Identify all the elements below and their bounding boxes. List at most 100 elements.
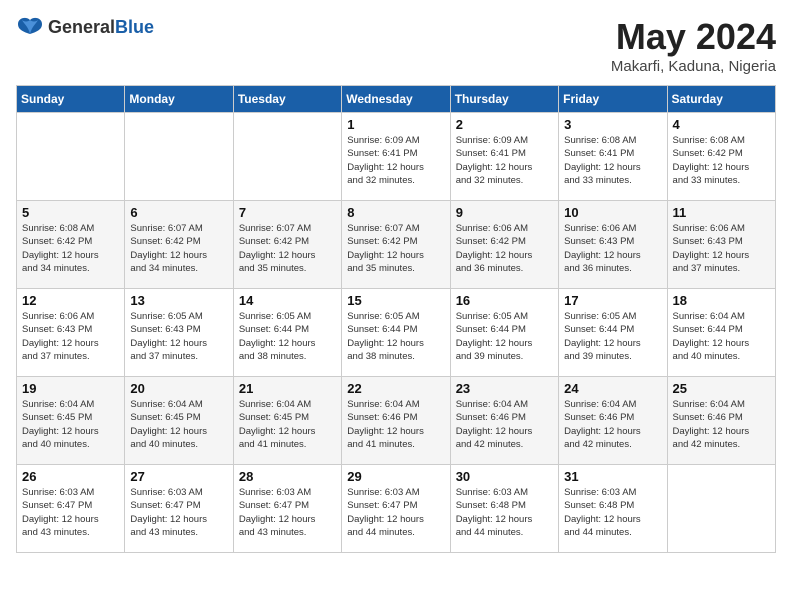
day-info: Sunrise: 6:06 AM Sunset: 6:43 PM Dayligh… — [22, 310, 119, 363]
day-number: 20 — [130, 381, 227, 396]
calendar-week-1: 1 Sunrise: 6:09 AM Sunset: 6:41 PM Daylig… — [17, 113, 776, 201]
logo-general: General — [48, 17, 115, 37]
calendar-cell: 6Sunrise: 6:07 AM Sunset: 6:42 PM Daylig… — [125, 201, 233, 289]
calendar-body: 1 Sunrise: 6:09 AM Sunset: 6:41 PM Daylig… — [17, 113, 776, 553]
header: GeneralBlue May 2024 Makarfi, Kaduna, Ni… — [16, 16, 776, 75]
day-info: Sunrise: 6:06 AM Sunset: 6:42 PM Dayligh… — [456, 222, 553, 275]
day-number: 24 — [564, 381, 661, 396]
day-header-wednesday: Wednesday — [342, 86, 450, 113]
day-number: 4 — [673, 117, 770, 132]
day-info: Sunrise: 6:08 AM Sunset: 6:41 PM Dayligh… — [564, 134, 661, 187]
calendar-week-2: 5Sunrise: 6:08 AM Sunset: 6:42 PM Daylig… — [17, 201, 776, 289]
day-header-friday: Friday — [559, 86, 667, 113]
calendar-cell — [17, 113, 125, 201]
day-number: 14 — [239, 293, 336, 308]
calendar-cell: 19 Sunrise: 6:04 AM Sunset: 6:45 PM Dayli… — [17, 377, 125, 465]
day-info: Sunrise: 6:04 AM Sunset: 6:44 PM Dayligh… — [673, 310, 770, 363]
calendar-cell: 25 Sunrise: 6:04 AM Sunset: 6:46 PM Dayli… — [667, 377, 775, 465]
calendar-cell: 7 Sunrise: 6:07 AM Sunset: 6:42 PM Daylig… — [233, 201, 341, 289]
day-number: 6 — [130, 205, 227, 220]
day-info: Sunrise: 6:05 AM Sunset: 6:44 PM Dayligh… — [347, 310, 444, 363]
day-number: 27 — [130, 469, 227, 484]
day-info: Sunrise: 6:04 AM Sunset: 6:45 PM Dayligh… — [130, 398, 227, 451]
day-number: 8 — [347, 205, 444, 220]
calendar-cell: 4 Sunrise: 6:08 AM Sunset: 6:42 PM Daylig… — [667, 113, 775, 201]
day-info: Sunrise: 6:09 AM Sunset: 6:41 PM Dayligh… — [347, 134, 444, 187]
calendar-cell: 12 Sunrise: 6:06 AM Sunset: 6:43 PM Dayli… — [17, 289, 125, 377]
calendar-cell: 24 Sunrise: 6:04 AM Sunset: 6:46 PM Dayli… — [559, 377, 667, 465]
calendar-cell: 29Sunrise: 6:03 AM Sunset: 6:47 PM Dayli… — [342, 465, 450, 553]
day-number: 2 — [456, 117, 553, 132]
calendar-week-3: 12 Sunrise: 6:06 AM Sunset: 6:43 PM Dayli… — [17, 289, 776, 377]
location: Makarfi, Kaduna, Nigeria — [611, 58, 776, 75]
day-number: 13 — [130, 293, 227, 308]
day-info: Sunrise: 6:07 AM Sunset: 6:42 PM Dayligh… — [347, 222, 444, 275]
day-info: Sunrise: 6:04 AM Sunset: 6:45 PM Dayligh… — [22, 398, 119, 451]
day-info: Sunrise: 6:03 AM Sunset: 6:47 PM Dayligh… — [130, 486, 227, 539]
logo-blue: Blue — [115, 17, 154, 37]
day-info: Sunrise: 6:03 AM Sunset: 6:47 PM Dayligh… — [347, 486, 444, 539]
day-info: Sunrise: 6:05 AM Sunset: 6:44 PM Dayligh… — [564, 310, 661, 363]
calendar-table: SundayMondayTuesdayWednesdayThursdayFrid… — [16, 85, 776, 553]
day-header-saturday: Saturday — [667, 86, 775, 113]
day-number: 19 — [22, 381, 119, 396]
day-info: Sunrise: 6:05 AM Sunset: 6:44 PM Dayligh… — [239, 310, 336, 363]
day-header-tuesday: Tuesday — [233, 86, 341, 113]
calendar-cell: 27 Sunrise: 6:03 AM Sunset: 6:47 PM Dayli… — [125, 465, 233, 553]
calendar-cell: 20 Sunrise: 6:04 AM Sunset: 6:45 PM Dayli… — [125, 377, 233, 465]
calendar-cell — [667, 465, 775, 553]
day-info: Sunrise: 6:05 AM Sunset: 6:44 PM Dayligh… — [456, 310, 553, 363]
day-number: 22 — [347, 381, 444, 396]
day-number: 18 — [673, 293, 770, 308]
calendar-cell: 22 Sunrise: 6:04 AM Sunset: 6:46 PM Dayli… — [342, 377, 450, 465]
day-number: 21 — [239, 381, 336, 396]
day-info: Sunrise: 6:06 AM Sunset: 6:43 PM Dayligh… — [673, 222, 770, 275]
day-info: Sunrise: 6:05 AM Sunset: 6:43 PM Dayligh… — [130, 310, 227, 363]
calendar-cell: 10 Sunrise: 6:06 AM Sunset: 6:43 PM Dayli… — [559, 201, 667, 289]
calendar-week-5: 26Sunrise: 6:03 AM Sunset: 6:47 PM Dayli… — [17, 465, 776, 553]
title-block: May 2024 Makarfi, Kaduna, Nigeria — [611, 16, 776, 75]
calendar-cell: 15 Sunrise: 6:05 AM Sunset: 6:44 PM Dayli… — [342, 289, 450, 377]
day-info: Sunrise: 6:03 AM Sunset: 6:47 PM Dayligh… — [22, 486, 119, 539]
day-info: Sunrise: 6:09 AM Sunset: 6:41 PM Dayligh… — [456, 134, 553, 187]
day-header-monday: Monday — [125, 86, 233, 113]
calendar-cell: 21Sunrise: 6:04 AM Sunset: 6:45 PM Dayli… — [233, 377, 341, 465]
calendar-cell: 9Sunrise: 6:06 AM Sunset: 6:42 PM Daylig… — [450, 201, 558, 289]
calendar-week-4: 19 Sunrise: 6:04 AM Sunset: 6:45 PM Dayli… — [17, 377, 776, 465]
calendar-cell — [125, 113, 233, 201]
day-header-sunday: Sunday — [17, 86, 125, 113]
day-number: 1 — [347, 117, 444, 132]
day-info: Sunrise: 6:04 AM Sunset: 6:46 PM Dayligh… — [347, 398, 444, 451]
calendar-cell: 11 Sunrise: 6:06 AM Sunset: 6:43 PM Dayli… — [667, 201, 775, 289]
day-number: 23 — [456, 381, 553, 396]
logo-text: GeneralBlue — [48, 17, 154, 38]
day-number: 15 — [347, 293, 444, 308]
calendar-cell: 8 Sunrise: 6:07 AM Sunset: 6:42 PM Daylig… — [342, 201, 450, 289]
day-number: 7 — [239, 205, 336, 220]
day-info: Sunrise: 6:04 AM Sunset: 6:46 PM Dayligh… — [564, 398, 661, 451]
calendar-cell: 17Sunrise: 6:05 AM Sunset: 6:44 PM Dayli… — [559, 289, 667, 377]
day-info: Sunrise: 6:06 AM Sunset: 6:43 PM Dayligh… — [564, 222, 661, 275]
calendar-cell: 26Sunrise: 6:03 AM Sunset: 6:47 PM Dayli… — [17, 465, 125, 553]
day-info: Sunrise: 6:03 AM Sunset: 6:48 PM Dayligh… — [456, 486, 553, 539]
day-info: Sunrise: 6:08 AM Sunset: 6:42 PM Dayligh… — [673, 134, 770, 187]
day-number: 25 — [673, 381, 770, 396]
calendar-cell: 5Sunrise: 6:08 AM Sunset: 6:42 PM Daylig… — [17, 201, 125, 289]
day-info: Sunrise: 6:08 AM Sunset: 6:42 PM Dayligh… — [22, 222, 119, 275]
day-info: Sunrise: 6:03 AM Sunset: 6:48 PM Dayligh… — [564, 486, 661, 539]
day-number: 12 — [22, 293, 119, 308]
day-number: 30 — [456, 469, 553, 484]
day-number: 31 — [564, 469, 661, 484]
day-number: 11 — [673, 205, 770, 220]
calendar-cell: 3Sunrise: 6:08 AM Sunset: 6:41 PM Daylig… — [559, 113, 667, 201]
day-number: 10 — [564, 205, 661, 220]
calendar-cell: 2 Sunrise: 6:09 AM Sunset: 6:41 PM Daylig… — [450, 113, 558, 201]
day-number: 16 — [456, 293, 553, 308]
calendar-cell: 18 Sunrise: 6:04 AM Sunset: 6:44 PM Dayli… — [667, 289, 775, 377]
calendar-cell: 28Sunrise: 6:03 AM Sunset: 6:47 PM Dayli… — [233, 465, 341, 553]
calendar-cell: 23Sunrise: 6:04 AM Sunset: 6:46 PM Dayli… — [450, 377, 558, 465]
calendar-cell: 13 Sunrise: 6:05 AM Sunset: 6:43 PM Dayli… — [125, 289, 233, 377]
day-info: Sunrise: 6:07 AM Sunset: 6:42 PM Dayligh… — [239, 222, 336, 275]
day-info: Sunrise: 6:04 AM Sunset: 6:46 PM Dayligh… — [673, 398, 770, 451]
calendar-cell: 14 Sunrise: 6:05 AM Sunset: 6:44 PM Dayli… — [233, 289, 341, 377]
